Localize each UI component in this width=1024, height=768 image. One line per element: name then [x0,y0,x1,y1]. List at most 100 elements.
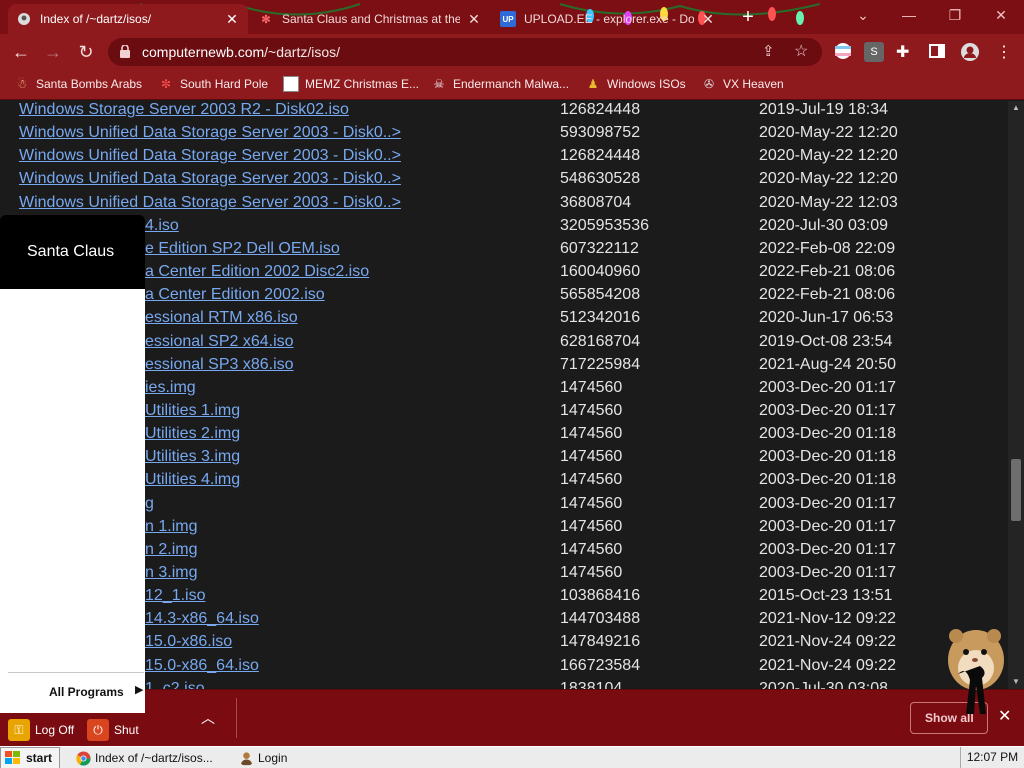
reload-button[interactable]: ↻ [73,40,99,66]
file-link[interactable]: 15.0-x86_64.iso [145,657,259,675]
log-off-button[interactable]: ⚿ Log Off [8,718,74,742]
forward-button[interactable]: → [40,40,66,66]
profile-avatar-icon[interactable] [960,42,980,62]
file-link[interactable]: ies.img [145,379,196,397]
file-size: 1474560 [560,425,623,443]
file-link[interactable]: Utilities 1.img [145,402,240,420]
bookmark-south-hard-pole[interactable]: ✼ South Hard Pole [158,76,268,92]
file-link[interactable]: a Center Edition 2002 Disc2.iso [145,263,369,281]
file-size: 1474560 [560,517,623,535]
file-date: 2003-Dec-20 01:18 [759,471,896,489]
file-link[interactable]: g [145,495,154,513]
task-label: Login [258,751,288,765]
extensions-puzzle-icon[interactable]: ✚ [896,42,916,62]
file-date: 2021-Nov-12 09:22 [759,610,896,628]
file-date: 2021-Nov-24 09:22 [759,633,896,651]
bookmark-windows-isos[interactable]: ♟ Windows ISOs [585,76,686,92]
shut-down-button[interactable]: ⏻ Shut [87,718,139,742]
all-programs-label: All Programs [49,685,124,699]
listing-row: g 1474560 2003-Dec-20 01:17 [0,495,1000,518]
file-link[interactable]: Utilities 2.img [145,425,240,443]
address-bar[interactable]: computernewb.com/~dartz/isos/ ⇪ ☆ [108,38,822,66]
file-size: 1474560 [560,378,623,396]
close-tab-icon[interactable]: ✕ [466,11,482,28]
new-tab-button[interactable]: + [734,6,762,30]
vertical-scrollbar[interactable]: ▲ ▼ [1008,101,1024,689]
bookmark-label: VX Heaven [723,77,784,91]
file-link[interactable]: Windows Unified Data Storage Server 2003… [19,194,401,212]
url-text: computernewb.com/~dartz/isos/ [142,44,340,60]
bookmark-vx-heaven[interactable]: ✇ VX Heaven [701,76,784,92]
download-bar: ︿ Show all ✕ [145,689,1024,746]
file-link[interactable]: n 3.img [145,564,197,582]
tab-santa-claus[interactable]: ✼ Santa Claus and Christmas at the ✕ [250,4,490,34]
file-link[interactable]: Utilities 3.img [145,448,240,466]
file-date: 2021-Nov-24 09:22 [759,656,896,674]
side-panel-icon[interactable] [928,42,948,62]
file-link[interactable]: a Center Edition 2002.iso [145,286,325,304]
scroll-up-arrow-icon[interactable]: ▲ [1008,101,1024,115]
all-programs-button[interactable]: All Programs ▶ [8,672,144,710]
file-link[interactable]: n 2.img [145,541,197,559]
file-link[interactable]: e Edition SP2 Dell OEM.iso [145,240,340,258]
listing-row: Utilities 2.img 1474560 2003-Dec-20 01:18 [0,425,1000,448]
menu-kebab-icon[interactable]: ⋮ [994,42,1014,62]
maximize-button[interactable]: ❐ [932,0,978,30]
start-button[interactable]: start [0,747,60,768]
bookmark-memz-christmas[interactable]: MEMZ Christmas E... [283,76,419,92]
tab-title: UPLOAD.EE - explorer.exe - Dow [524,12,694,26]
close-tab-icon[interactable]: ✕ [224,11,240,28]
file-date: 2021-Aug-24 20:50 [759,355,896,373]
file-size: 1474560 [560,564,623,581]
minimize-button[interactable]: — [886,0,932,30]
file-size: 512342016 [560,309,641,327]
scroll-down-arrow-icon[interactable]: ▼ [1008,675,1024,689]
file-date: 2020-May-22 12:20 [759,147,898,165]
tab-search-chevron-icon[interactable]: ⌄ [840,0,886,30]
bookmark-santa-bombs-arabs[interactable]: ☃ Santa Bombs Arabs [14,76,142,92]
chevron-up-icon[interactable]: ︿ [201,708,215,728]
file-link[interactable]: essional SP2 x64.iso [145,333,294,351]
tab-upload-ee[interactable]: UP UPLOAD.EE - explorer.exe - Dow ✕ [492,4,724,34]
file-date: 2003-Dec-20 01:17 [759,401,896,419]
file-link[interactable]: essional RTM x86.iso [145,309,298,327]
file-link[interactable]: 15.0-x86.iso [145,633,232,651]
taskbar-item-login[interactable]: Login [239,749,287,767]
task-label: Index of /~dartz/isos... [95,751,213,765]
extension-flag-icon[interactable] [834,42,854,62]
file-date: 2015-Oct-23 13:51 [759,587,893,605]
scrollbar-thumb[interactable] [1011,459,1021,521]
share-icon[interactable]: ⇪ [762,42,775,60]
character-icon: ♟ [587,77,599,91]
file-link[interactable]: Windows Unified Data Storage Server 2003… [19,147,401,165]
listing-row: essional RTM x86.iso 512342016 2020-Jun-17… [0,309,1000,332]
bookmark-star-icon[interactable]: ☆ [794,41,808,61]
taskbar-item-browser[interactable]: Index of /~dartz/isos... [76,749,213,767]
file-link[interactable]: 4.iso [145,217,179,235]
file-link[interactable]: 14.3-x86_64.iso [145,610,259,628]
power-icon: ⏻ [87,719,109,741]
start-menu-user-name: Santa Claus [27,243,115,260]
bookmark-endermanch-malware[interactable]: ☠ Endermanch Malwa... [431,76,569,92]
file-link[interactable]: Windows Storage Server 2003 R2 - Disk02.… [19,101,349,119]
file-link[interactable]: 12_1.iso [145,587,206,605]
file-link[interactable]: 1_c2.iso [145,680,205,689]
file-link[interactable]: Utilities 4.img [145,471,240,489]
file-link[interactable]: Windows Unified Data Storage Server 2003… [19,170,401,188]
tab-index-of-isos[interactable]: Index of /~dartz/isos/ ✕ [8,4,248,34]
close-window-button[interactable]: ✕ [978,0,1024,30]
listing-row: essional SP3 x86.iso 717225984 2021-Aug-24… [0,356,1000,379]
file-size: 103868416 [560,587,641,605]
back-button[interactable]: ← [8,40,34,66]
file-link[interactable]: essional SP3 x86.iso [145,356,294,374]
file-link[interactable]: Windows Unified Data Storage Server 2003… [19,124,401,142]
tab-title: Santa Claus and Christmas at the [282,12,460,26]
file-link[interactable]: n 1.img [145,518,197,536]
close-tab-icon[interactable]: ✕ [700,11,716,28]
file-date: 2020-Jul-30 03:09 [759,216,888,234]
listing-row: 4.iso 3205953536 2020-Jul-30 03:09 [0,217,1000,240]
extension-s-icon[interactable]: S [864,42,884,62]
listing-row: 15.0-x86.iso 147849216 2021-Nov-24 09:22 [0,633,1000,656]
file-date: 2003-Dec-20 01:17 [759,494,896,512]
file-size: 147849216 [560,633,641,651]
